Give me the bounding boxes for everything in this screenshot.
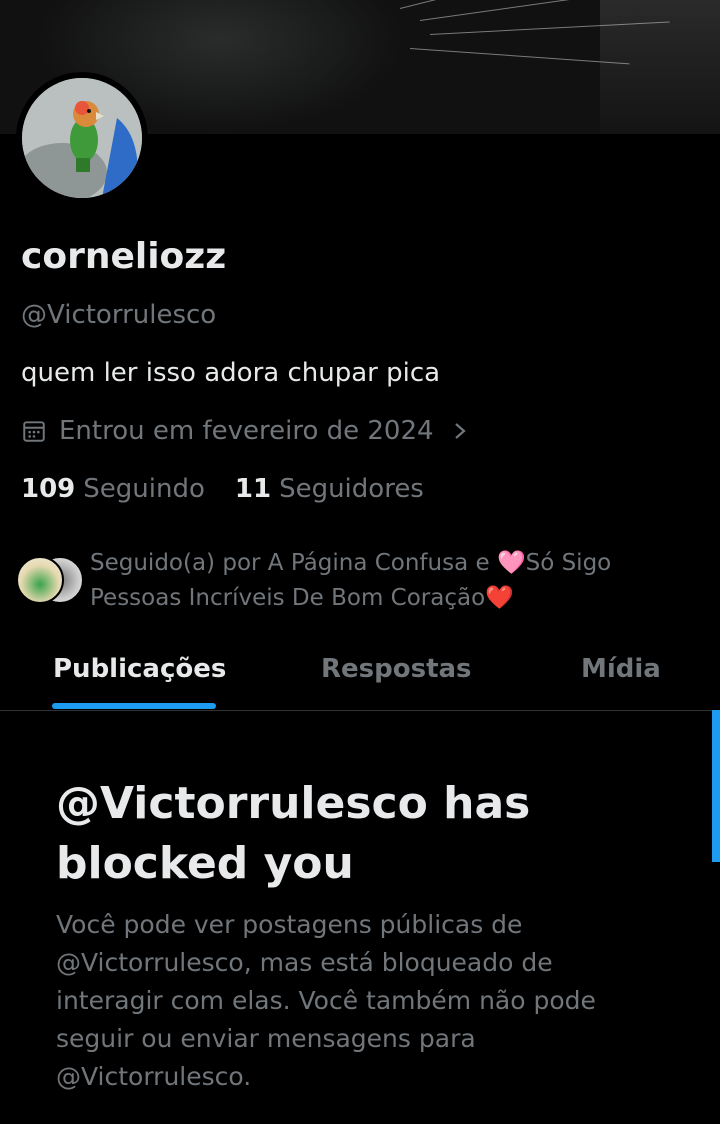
banner-floor bbox=[600, 0, 720, 134]
display-name: corneliozz bbox=[21, 236, 227, 277]
tab-midia[interactable]: Mídia bbox=[581, 654, 661, 684]
followed-by-text: Seguido(a) por A Página Confusa e 🩷Só Si… bbox=[90, 546, 690, 616]
profile-avatar[interactable] bbox=[16, 72, 148, 204]
user-handle: @Victorrulesco bbox=[21, 300, 217, 330]
blocked-title: @Victorrulesco has blocked you bbox=[56, 778, 531, 889]
profile-bio: quem ler isso adora chupar pica bbox=[21, 358, 441, 388]
banner-whisker bbox=[409, 48, 630, 65]
joined-date-text: Entrou em fevereiro de 2024 bbox=[59, 416, 434, 446]
joined-date-row[interactable]: Entrou em fevereiro de 2024 bbox=[21, 416, 468, 446]
followers-count: 11 bbox=[234, 474, 272, 504]
calendar-icon bbox=[23, 421, 45, 442]
banner-whisker bbox=[399, 0, 595, 9]
followed-by-line: Pessoas Incríveis De Bom Coração❤️ bbox=[90, 585, 514, 611]
follow-stats: 109 Seguindo 11 Seguidores bbox=[21, 474, 424, 504]
profile-tabs: Publicações Respostas Mídia bbox=[0, 630, 720, 711]
avatar-image bbox=[22, 78, 142, 198]
blocked-message: Você pode ver postagens públicas de @Vic… bbox=[56, 910, 596, 1091]
parrot-photo-icon bbox=[22, 78, 142, 198]
following-link[interactable]: 109 Seguindo bbox=[21, 474, 205, 504]
followed-by-row[interactable]: Seguido(a) por A Página Confusa e 🩷Só Si… bbox=[16, 546, 706, 616]
scrollbar[interactable] bbox=[712, 710, 720, 862]
chevron-right-icon[interactable] bbox=[452, 419, 468, 443]
tab-respostas[interactable]: Respostas bbox=[321, 654, 472, 684]
tab-publicacoes[interactable]: Publicações bbox=[53, 654, 226, 684]
followers-link[interactable]: 11 Seguidores bbox=[235, 474, 424, 504]
following-label: Seguindo bbox=[83, 474, 205, 504]
follower-avatar bbox=[16, 556, 64, 604]
active-tab-indicator bbox=[52, 703, 216, 709]
followers-label: Seguidores bbox=[279, 474, 424, 504]
followed-by-line: Seguido(a) por A Página Confusa e 🩷Só Si… bbox=[90, 550, 612, 576]
following-count: 109 bbox=[21, 474, 76, 504]
